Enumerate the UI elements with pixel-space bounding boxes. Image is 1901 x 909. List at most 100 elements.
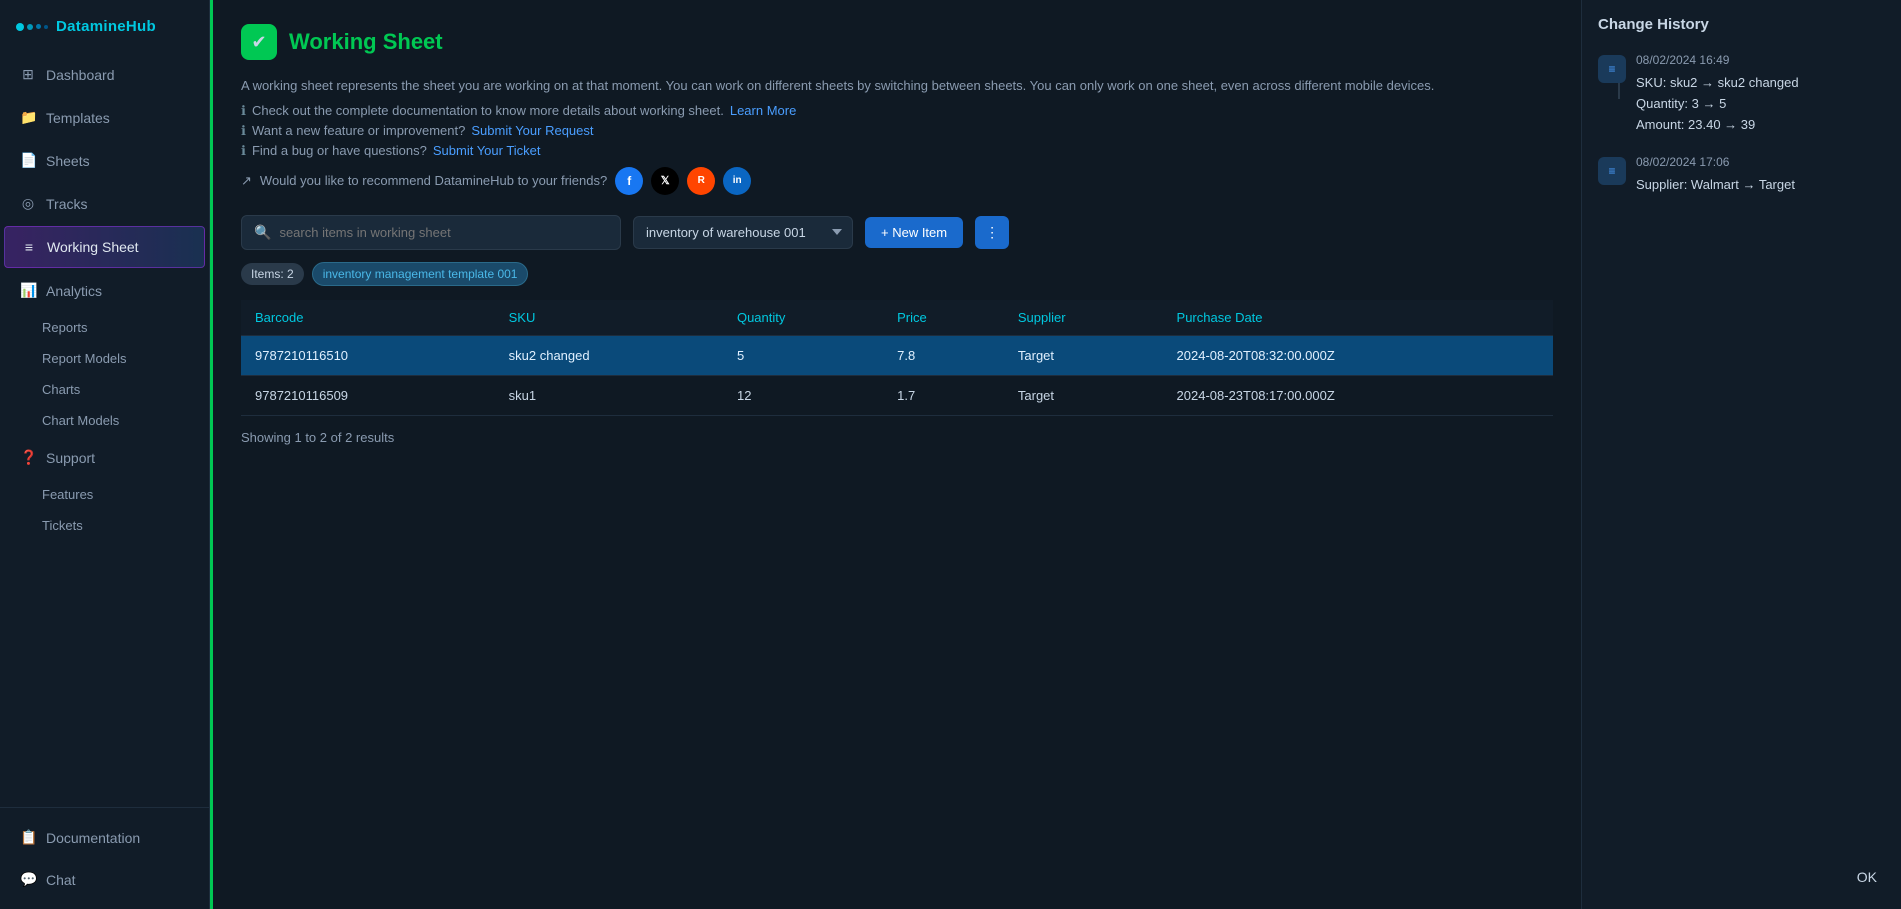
search-input[interactable] xyxy=(279,225,608,240)
info-row-bug: ℹ Find a bug or have questions? Submit Y… xyxy=(241,143,1553,159)
sidebar-item-working-sheet[interactable]: ≡ Working Sheet xyxy=(4,226,205,268)
cell-purchase-date: 2024-08-23T08:17:00.000Z xyxy=(1163,375,1553,415)
cell-quantity: 12 xyxy=(723,375,883,415)
facebook-icon[interactable]: f xyxy=(615,167,643,195)
col-price: Price xyxy=(883,300,1004,336)
submit-ticket-link[interactable]: Submit Your Ticket xyxy=(433,143,541,158)
history-body-2: 08/02/2024 17:06 Supplier: Walmart → Tar… xyxy=(1636,155,1885,196)
sidebar-item-tracks[interactable]: ◎ Tracks xyxy=(4,183,205,224)
history-time-1: 08/02/2024 16:49 xyxy=(1636,53,1885,67)
logo-dot-3 xyxy=(36,24,41,29)
dashboard-icon: ⊞ xyxy=(20,66,36,83)
table-row[interactable]: 9787210116509 sku1 12 1.7 Target 2024-08… xyxy=(241,375,1553,415)
cell-sku: sku1 xyxy=(495,375,723,415)
sidebar-item-analytics[interactable]: 📊 Analytics xyxy=(4,270,205,311)
history-icon-1: ≡ xyxy=(1598,55,1626,83)
page-description: A working sheet represents the sheet you… xyxy=(241,76,1553,97)
sidebar-item-label: Templates xyxy=(46,110,110,126)
learn-more-link[interactable]: Learn More xyxy=(730,103,796,118)
items-count-tag: Items: 2 xyxy=(241,263,304,285)
main-area: ✔ Working Sheet A working sheet represen… xyxy=(210,0,1901,909)
sidebar: DatamineHub ⊞ Dashboard 📁 Templates 📄 Sh… xyxy=(0,0,210,909)
col-supplier: Supplier xyxy=(1004,300,1163,336)
info-icon-2: ℹ xyxy=(241,123,246,139)
cell-sku: sku2 changed xyxy=(495,335,723,375)
col-sku: SKU xyxy=(495,300,723,336)
history-entry-2: ≡ 08/02/2024 17:06 Supplier: Walmart → T… xyxy=(1598,155,1885,196)
analytics-icon: 📊 xyxy=(20,282,36,299)
cell-price: 1.7 xyxy=(883,375,1004,415)
sidebar-item-tickets[interactable]: Tickets xyxy=(0,510,209,541)
sidebar-item-support[interactable]: ❓ Support xyxy=(4,437,205,478)
info-icon-1: ℹ xyxy=(241,103,246,119)
page-icon: ✔ xyxy=(241,24,277,60)
sidebar-item-label: Dashboard xyxy=(46,67,115,83)
results-text: Showing 1 to 2 of 2 results xyxy=(241,430,1553,445)
sidebar-item-templates[interactable]: 📁 Templates xyxy=(4,97,205,138)
page-content: ✔ Working Sheet A working sheet represen… xyxy=(210,0,1581,909)
sidebar-item-charts[interactable]: Charts xyxy=(0,374,209,405)
linkedin-icon[interactable]: in xyxy=(723,167,751,195)
more-options-button[interactable]: ⋮ xyxy=(975,216,1009,249)
logo-dot-1 xyxy=(16,23,24,31)
sidebar-item-dashboard[interactable]: ⊞ Dashboard xyxy=(4,54,205,95)
sidebar-item-sheets[interactable]: 📄 Sheets xyxy=(4,140,205,181)
twitter-x-icon[interactable]: 𝕏 xyxy=(651,167,679,195)
info-icon-3: ℹ xyxy=(241,143,246,159)
logo: DatamineHub xyxy=(0,0,209,53)
reddit-icon[interactable]: R xyxy=(687,167,715,195)
documentation-icon: 📋 xyxy=(20,829,36,846)
template-tag: inventory management template 001 xyxy=(312,262,529,286)
history-divider-1 xyxy=(1618,83,1620,99)
info-text-docs: Check out the complete documentation to … xyxy=(252,103,724,118)
info-row-feature: ℹ Want a new feature or improvement? Sub… xyxy=(241,123,1553,139)
tracks-icon: ◎ xyxy=(20,195,36,212)
history-entry-1: ≡ 08/02/2024 16:49 SKU: sku2 → sku2 chan… xyxy=(1598,53,1885,135)
sidebar-item-chart-models[interactable]: Chart Models xyxy=(0,405,209,436)
working-sheet-icon: ≡ xyxy=(21,239,37,255)
support-icon: ❓ xyxy=(20,449,36,466)
sidebar-item-label: Chat xyxy=(46,872,76,888)
logo-dot-2 xyxy=(27,24,33,30)
social-row: ↗ Would you like to recommend DatamineHu… xyxy=(241,167,1553,195)
info-text-feature: Want a new feature or improvement? xyxy=(252,123,465,138)
social-text: Would you like to recommend DatamineHub … xyxy=(260,173,607,188)
history-body-1: 08/02/2024 16:49 SKU: sku2 → sku2 change… xyxy=(1636,53,1885,135)
content-area: ✔ Working Sheet A working sheet represen… xyxy=(210,0,1901,909)
sheet-selector[interactable]: inventory of warehouse 001 inventory of … xyxy=(633,216,853,249)
sidebar-item-reports[interactable]: Reports xyxy=(0,312,209,343)
data-table: Barcode SKU Quantity Price Supplier Purc… xyxy=(241,300,1553,416)
sidebar-item-chat[interactable]: 💬 Chat xyxy=(4,859,205,900)
cell-supplier: Target xyxy=(1004,375,1163,415)
logo-text: DatamineHub xyxy=(56,18,156,35)
logo-icon xyxy=(16,23,48,31)
sidebar-item-label: Support xyxy=(46,450,95,466)
submit-request-link[interactable]: Submit Your Request xyxy=(471,123,593,138)
search-box: 🔍 xyxy=(241,215,621,250)
sidebar-item-documentation[interactable]: 📋 Documentation xyxy=(4,817,205,858)
chat-icon: 💬 xyxy=(20,871,36,888)
table-row[interactable]: 9787210116510 sku2 changed 5 7.8 Target … xyxy=(241,335,1553,375)
table-body: 9787210116510 sku2 changed 5 7.8 Target … xyxy=(241,335,1553,415)
cell-supplier: Target xyxy=(1004,335,1163,375)
history-icon-2: ≡ xyxy=(1598,157,1626,185)
sidebar-item-features[interactable]: Features xyxy=(0,479,209,510)
sidebar-item-label: Working Sheet xyxy=(47,239,139,255)
col-quantity: Quantity xyxy=(723,300,883,336)
history-title: Change History xyxy=(1598,16,1885,33)
cell-barcode: 9787210116509 xyxy=(241,375,495,415)
history-change-1: SKU: sku2 → sku2 changed Quantity: 3 → 5… xyxy=(1636,73,1885,135)
sidebar-item-label: Tracks xyxy=(46,196,87,212)
history-time-2: 08/02/2024 17:06 xyxy=(1636,155,1885,169)
new-item-button[interactable]: + New Item xyxy=(865,217,963,248)
toolbar: 🔍 inventory of warehouse 001 inventory o… xyxy=(241,215,1553,250)
page-header: ✔ Working Sheet xyxy=(241,24,1553,60)
sidebar-item-report-models[interactable]: Report Models xyxy=(0,343,209,374)
sidebar-item-label: Sheets xyxy=(46,153,90,169)
ok-button[interactable]: OK xyxy=(1849,865,1885,889)
logo-dot-4 xyxy=(44,25,48,29)
share-icon: ↗ xyxy=(241,173,252,189)
filter-tags: Items: 2 inventory management template 0… xyxy=(241,262,1553,286)
col-purchase-date: Purchase Date xyxy=(1163,300,1553,336)
search-icon: 🔍 xyxy=(254,224,271,241)
